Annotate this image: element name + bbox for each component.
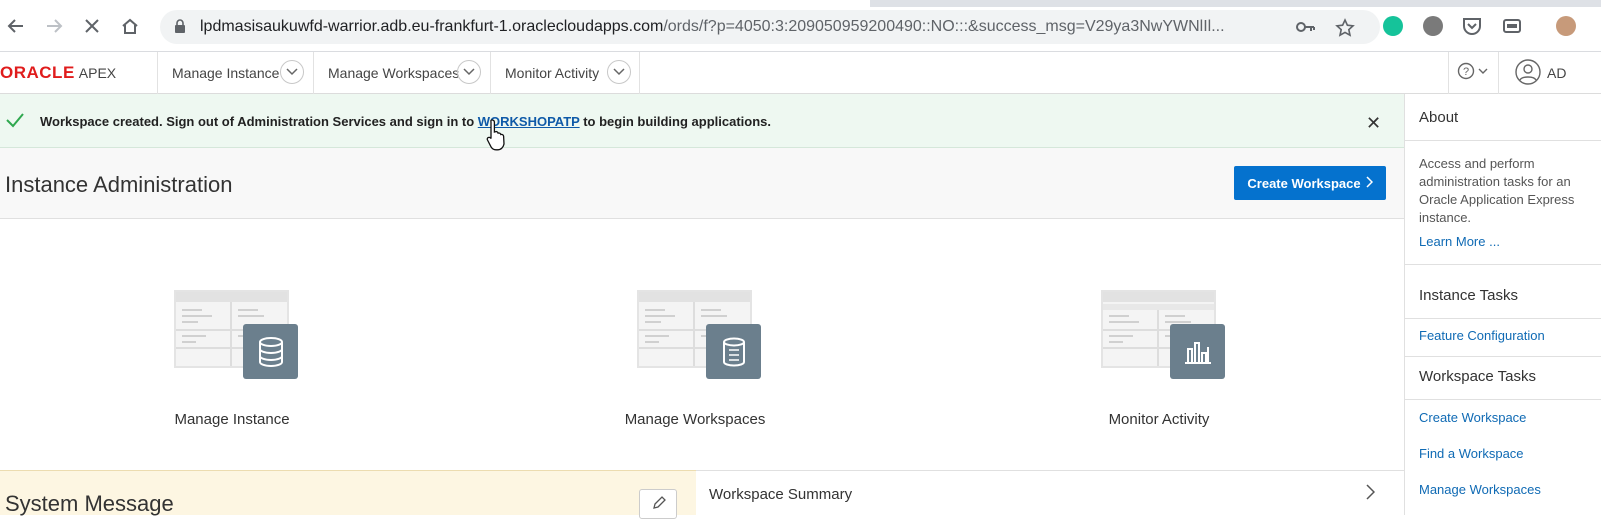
- address-bar[interactable]: lpdmasisaukuwfd-warrior.adb.eu-frankfurt…: [160, 10, 1380, 44]
- alert-suffix: to begin building applications.: [579, 114, 771, 129]
- url-host: lpdmasisaukuwfd-warrior.adb.eu-frankfurt…: [200, 18, 664, 35]
- stop-loading-icon[interactable]: [80, 14, 104, 38]
- learn-more-link[interactable]: Learn More ...: [1419, 234, 1500, 249]
- about-heading: About: [1419, 109, 1459, 126]
- pencil-icon: [652, 496, 666, 515]
- forward-icon[interactable]: [42, 14, 66, 38]
- instance-tasks-heading: Instance Tasks: [1419, 287, 1518, 304]
- menu-label: Manage Workspaces: [328, 65, 460, 81]
- manage-workspaces-link[interactable]: Manage Workspaces: [1419, 482, 1541, 497]
- extension-circle-icon[interactable]: [1423, 16, 1443, 36]
- create-workspace-label: Create Workspace: [1247, 175, 1361, 191]
- database-icon: [243, 324, 298, 379]
- active-tab[interactable]: [0, 0, 870, 7]
- user-initials: AD: [1547, 65, 1567, 81]
- help-menu-button[interactable]: ?: [1448, 52, 1498, 94]
- chevron-right-icon[interactable]: [1366, 484, 1376, 505]
- bookmark-star-icon[interactable]: [1335, 18, 1355, 43]
- page-header: Instance Administration: [0, 148, 1404, 219]
- logo-apex: APEX: [78, 65, 117, 81]
- chevron-down-icon[interactable]: [280, 60, 304, 84]
- card-label-manage-instance[interactable]: Manage Instance: [174, 411, 290, 428]
- bar-chart-icon: [1170, 324, 1225, 379]
- lock-icon: [174, 19, 186, 39]
- browser-toolbar: lpdmasisaukuwfd-warrior.adb.eu-frankfurt…: [0, 0, 1601, 52]
- system-message-region: System Message: [0, 470, 696, 519]
- grammarly-icon[interactable]: [1383, 16, 1403, 36]
- menu-label: Monitor Activity: [505, 65, 600, 81]
- apex-navigation-bar: ORACLE APEX Manage Instance Manage Worksp…: [0, 52, 1601, 94]
- success-alert: Workspace created. Sign out of Administr…: [0, 94, 1404, 148]
- close-icon[interactable]: ✕: [1366, 113, 1381, 134]
- profile-avatar-icon[interactable]: [1556, 16, 1576, 36]
- key-icon[interactable]: [1295, 18, 1315, 41]
- about-text: Access and perform administration tasks …: [1419, 156, 1575, 225]
- chevron-down-icon[interactable]: [607, 60, 631, 84]
- pocket-icon[interactable]: [1462, 16, 1482, 36]
- right-sidebar: About Access and perform administration …: [1404, 94, 1601, 515]
- card-manage-workspaces[interactable]: [637, 290, 763, 380]
- divider: [1405, 318, 1601, 319]
- divider: [1405, 356, 1601, 357]
- cast-icon[interactable]: [1502, 16, 1522, 36]
- alert-message: Workspace created. Sign out of Administr…: [40, 114, 771, 129]
- logo-oracle: ORACLE: [0, 63, 75, 82]
- workspace-summary-region[interactable]: Workspace Summary: [696, 470, 1404, 515]
- url-text: lpdmasisaukuwfd-warrior.adb.eu-frankfurt…: [200, 18, 1270, 36]
- feature-configuration-link[interactable]: Feature Configuration: [1419, 328, 1545, 343]
- svg-text:?: ?: [1462, 66, 1468, 78]
- help-icon: ?: [1457, 62, 1491, 85]
- page-title: Instance Administration: [5, 172, 233, 197]
- find-workspace-link[interactable]: Find a Workspace: [1419, 446, 1524, 461]
- menu-label: Manage Instance: [172, 65, 280, 81]
- workspace-database-icon: [706, 324, 761, 379]
- hand-cursor-icon: [486, 118, 510, 157]
- check-icon: [5, 112, 25, 133]
- menu-manage-instance[interactable]: Manage Instance: [157, 52, 313, 94]
- user-menu-button[interactable]: AD: [1498, 52, 1601, 94]
- user-icon: [1515, 58, 1541, 88]
- chevron-down-icon[interactable]: [457, 60, 481, 84]
- workspace-summary-title: Workspace Summary: [709, 486, 853, 503]
- menu-monitor-activity[interactable]: Monitor Activity: [490, 52, 640, 94]
- divider: [1405, 399, 1601, 400]
- card-label-manage-workspaces[interactable]: Manage Workspaces: [620, 411, 770, 428]
- workspace-tasks-heading: Workspace Tasks: [1419, 368, 1536, 385]
- menu-manage-workspaces[interactable]: Manage Workspaces: [313, 52, 490, 94]
- card-monitor-activity[interactable]: [1101, 290, 1227, 380]
- url-path: /ords/f?p=4050:3:209050959200490::NO:::&…: [663, 18, 1225, 35]
- home-icon[interactable]: [118, 14, 142, 38]
- system-message-title: System Message: [5, 491, 174, 516]
- card-label-monitor-activity[interactable]: Monitor Activity: [1094, 411, 1224, 428]
- create-workspace-button[interactable]: Create Workspace: [1234, 166, 1386, 200]
- back-icon[interactable]: [4, 14, 28, 38]
- create-workspace-link[interactable]: Create Workspace: [1419, 410, 1526, 425]
- card-manage-instance[interactable]: [174, 290, 300, 380]
- tab-strip: [0, 0, 1601, 7]
- chevron-right-icon: [1366, 175, 1373, 191]
- divider: [1405, 264, 1601, 265]
- alert-prefix: Workspace created. Sign out of Administr…: [40, 114, 478, 129]
- oracle-apex-logo[interactable]: ORACLE APEX: [0, 63, 116, 83]
- divider: [1405, 140, 1601, 141]
